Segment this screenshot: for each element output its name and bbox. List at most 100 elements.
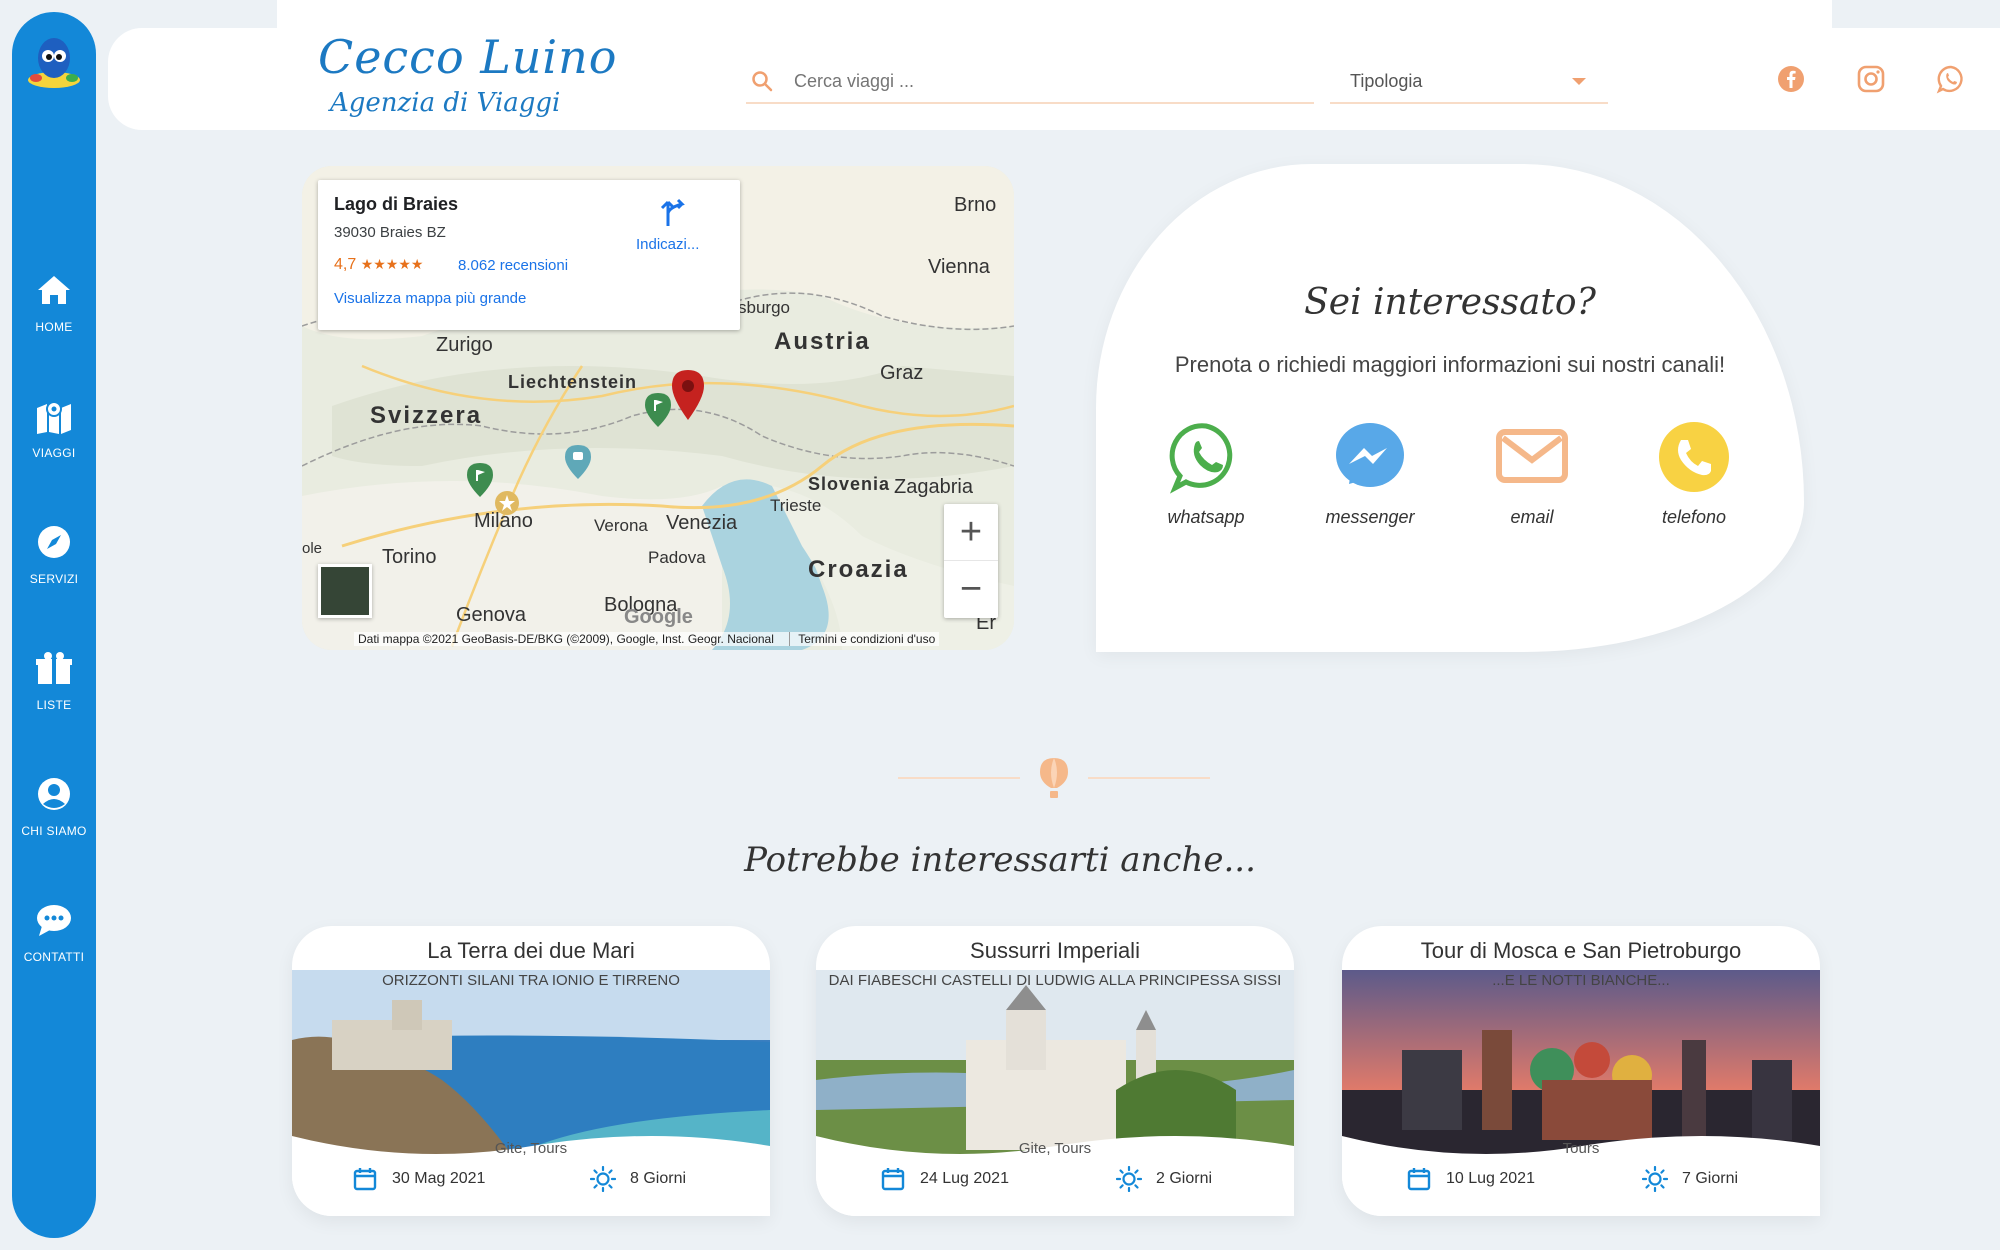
tipologia-select[interactable]: Tipologia (1330, 60, 1608, 104)
trip-card-date-text: 10 Lug 2021 (1446, 1170, 1535, 1187)
map-label-graz: Graz (880, 362, 924, 384)
contact-title: Sei interessato? (1304, 282, 1596, 323)
map-label-ole: ole (302, 540, 323, 557)
trip-card-category: Gite, Tours (494, 1140, 568, 1157)
map-label-austria: Austria (774, 328, 871, 355)
logo-title[interactable]: Cecco Luino (318, 30, 617, 84)
map-label-padova: Padova (648, 548, 706, 567)
trip-card-subtitle: DAI FIABESCHI CASTELLI DI LUDWIG ALLA PR… (828, 972, 1282, 989)
trip-card-subtitle: ORIZZONTI SILANI TRA IONIO E TIRRENO (382, 972, 680, 989)
trip-card-duration-text: 8 Giorni (630, 1170, 687, 1187)
map-rating: 4,7 ★★★★★ (334, 256, 423, 274)
sun-icon (1642, 1166, 1668, 1192)
search-input[interactable] (794, 70, 1274, 92)
map-info-card: Lago di Braies 39030 Braies BZ 4,7 ★★★★★… (318, 180, 740, 330)
facebook-icon[interactable] (1776, 64, 1806, 94)
map-label-croazia: Croazia (808, 556, 909, 583)
phone-icon (1659, 422, 1729, 492)
sidebar: HOME VIAGGI SERVIZI LISTE CHI SIAMO CONT… (12, 12, 96, 1238)
nav-chi-siamo[interactable]: CHI SIAMO (12, 774, 96, 838)
channel-messenger[interactable]: messenger (1300, 420, 1440, 528)
map-rating-stars: ★★★★★ (360, 256, 424, 272)
trip-card-title: Sussurri Imperiali (970, 938, 1140, 963)
map-label-salisburgo: sburgo (738, 298, 790, 317)
logo-subtitle[interactable]: Agenzia di Viaggi (330, 88, 560, 118)
calendar-icon (881, 1168, 905, 1191)
divider-left (898, 777, 1020, 779)
map-reviews-link[interactable]: 8.062 recensioni (458, 257, 568, 274)
chevron-down-icon (1572, 77, 1586, 85)
gift-icon (36, 652, 72, 684)
trip-card[interactable]: Sussurri Imperiali DAI FIABESCHI CASTELL… (816, 926, 1294, 1216)
trip-card-date: 10 Lug 2021 (1406, 1166, 1535, 1192)
calendar-icon (353, 1168, 377, 1191)
channel-whatsapp-label: whatsapp (1167, 507, 1245, 527)
nav-contatti[interactable]: CONTATTI (12, 900, 96, 964)
channel-whatsapp[interactable]: whatsapp (1136, 420, 1276, 528)
trip-card[interactable]: Tour di Mosca e San Pietroburgo ...E LE … (1342, 926, 1820, 1216)
search-icon (752, 71, 773, 92)
contact-subtitle: Prenota o richiedi maggiori informazioni… (1174, 352, 1726, 377)
tipologia-select-value: Tipologia (1350, 70, 1423, 91)
nav-viaggi[interactable]: VIAGGI (12, 396, 96, 460)
nav-viaggi-label: VIAGGI (32, 446, 76, 460)
nav-liste-label: LISTE (36, 698, 72, 712)
nav-servizi[interactable]: SERVIZI (12, 522, 96, 586)
calendar-icon (1407, 1168, 1431, 1191)
email-icon (1496, 429, 1568, 483)
channel-email-label: email (1510, 507, 1554, 527)
sun-icon (1116, 1166, 1142, 1192)
trip-card-date: 30 Mag 2021 (352, 1166, 485, 1192)
trip-card-duration: 7 Giorni (1642, 1166, 1738, 1192)
channel-messenger-label: messenger (1325, 507, 1415, 527)
whatsapp-icon (1169, 423, 1233, 494)
contact-bubble: Sei interessato? Prenota o richiedi magg… (1096, 164, 1804, 652)
map-pin-icon (37, 401, 71, 434)
nav-home-label: HOME (35, 320, 73, 334)
map-flag-pin-icon[interactable] (466, 462, 494, 498)
map-label-slovenia: Slovenia (808, 474, 891, 494)
mascot-logo-icon[interactable] (22, 32, 86, 96)
trip-card-category: Gite, Tours (1018, 1140, 1092, 1157)
map-label-vienna: Vienna (928, 256, 990, 278)
map-place-name: Lago di Braies (334, 194, 459, 214)
directions-link[interactable]: Indicazi... (636, 236, 699, 253)
balloon-icon (1040, 758, 1068, 798)
satellite-toggle[interactable] (318, 564, 372, 618)
trip-card-title: La Terra dei due Mari (427, 938, 635, 963)
search-bar (746, 60, 1314, 104)
top-strip (277, 0, 1832, 30)
user-icon (38, 778, 70, 810)
nav-home[interactable]: HOME (12, 270, 96, 334)
zoom-in-button[interactable]: + (944, 504, 998, 561)
star-marker-icon[interactable] (494, 490, 520, 516)
map-marker-icon[interactable] (668, 368, 708, 422)
map-label-verona: Verona (594, 516, 648, 535)
trip-card-duration-text: 7 Giorni (1682, 1170, 1739, 1187)
trip-card-title: Tour di Mosca e San Pietroburgo (1420, 938, 1742, 963)
channel-telefono[interactable]: telefono (1624, 420, 1764, 528)
map-pin-icon[interactable] (564, 444, 592, 480)
trip-card-duration: 8 Giorni (590, 1166, 686, 1192)
channel-email[interactable]: email (1462, 420, 1602, 528)
home-icon (38, 276, 70, 304)
trip-card[interactable]: La Terra dei due Mari ORIZZONTI SILANI T… (292, 926, 770, 1216)
nav-servizi-label: SERVIZI (29, 572, 79, 586)
whatsapp-icon[interactable] (1936, 64, 1966, 94)
map-label-zagabria: Zagabria (894, 476, 973, 498)
zoom-out-button[interactable]: − (944, 561, 998, 618)
directions-icon[interactable] (660, 198, 690, 228)
trip-card-duration-text: 2 Giorni (1156, 1170, 1213, 1187)
map-terms-link[interactable]: Termini e condizioni d'uso (789, 632, 936, 646)
divider-right (1088, 777, 1210, 779)
bigger-map-link[interactable]: Visualizza mappa più grande (334, 290, 526, 307)
trip-card-category: Tours (1562, 1140, 1600, 1157)
map-flag-pin-icon[interactable] (644, 392, 672, 428)
chat-icon (37, 905, 71, 936)
instagram-icon[interactable] (1856, 64, 1886, 94)
map-label-brno: Brno (954, 194, 997, 216)
channel-telefono-label: telefono (1661, 507, 1727, 527)
google-map[interactable]: Austria Svizzera Croazia Slovenia Liecht… (302, 166, 1014, 650)
map-label-liechtenstein: Liechtenstein (508, 372, 638, 392)
nav-liste[interactable]: LISTE (12, 648, 96, 712)
